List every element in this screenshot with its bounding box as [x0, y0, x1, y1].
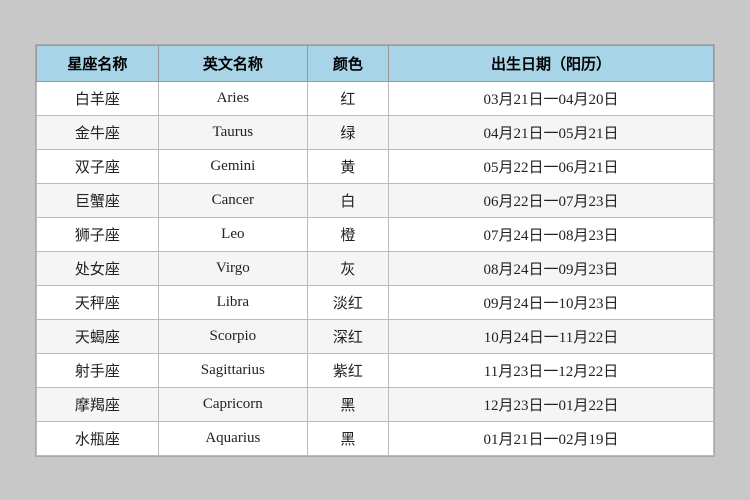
cell-date: 09月24日一10月23日 [389, 285, 714, 319]
cell-date: 05月22日一06月21日 [389, 149, 714, 183]
cell-chinese: 天蝎座 [37, 319, 159, 353]
cell-color: 黄 [307, 149, 388, 183]
cell-chinese: 白羊座 [37, 81, 159, 115]
cell-english: Scorpio [158, 319, 307, 353]
cell-color: 紫红 [307, 353, 388, 387]
cell-date: 04月21日一05月21日 [389, 115, 714, 149]
cell-english: Taurus [158, 115, 307, 149]
cell-color: 橙 [307, 217, 388, 251]
cell-english: Aries [158, 81, 307, 115]
cell-date: 06月22日一07月23日 [389, 183, 714, 217]
table-row: 天秤座Libra淡红09月24日一10月23日 [37, 285, 714, 319]
cell-color: 红 [307, 81, 388, 115]
cell-color: 黑 [307, 421, 388, 455]
table-row: 白羊座Aries红03月21日一04月20日 [37, 81, 714, 115]
cell-chinese: 摩羯座 [37, 387, 159, 421]
cell-chinese: 双子座 [37, 149, 159, 183]
cell-english: Sagittarius [158, 353, 307, 387]
table-row: 天蝎座Scorpio深红10月24日一11月22日 [37, 319, 714, 353]
table-body: 白羊座Aries红03月21日一04月20日金牛座Taurus绿04月21日一0… [37, 81, 714, 455]
cell-english: Gemini [158, 149, 307, 183]
cell-color: 黑 [307, 387, 388, 421]
cell-chinese: 射手座 [37, 353, 159, 387]
cell-date: 07月24日一08月23日 [389, 217, 714, 251]
table-row: 水瓶座Aquarius黑01月21日一02月19日 [37, 421, 714, 455]
header-date: 出生日期（阳历） [389, 45, 714, 81]
cell-color: 深红 [307, 319, 388, 353]
cell-color: 白 [307, 183, 388, 217]
cell-date: 01月21日一02月19日 [389, 421, 714, 455]
header-color: 颜色 [307, 45, 388, 81]
cell-chinese: 金牛座 [37, 115, 159, 149]
cell-english: Capricorn [158, 387, 307, 421]
cell-color: 绿 [307, 115, 388, 149]
cell-chinese: 水瓶座 [37, 421, 159, 455]
cell-chinese: 天秤座 [37, 285, 159, 319]
cell-color: 淡红 [307, 285, 388, 319]
table-row: 金牛座Taurus绿04月21日一05月21日 [37, 115, 714, 149]
cell-english: Aquarius [158, 421, 307, 455]
cell-english: Cancer [158, 183, 307, 217]
cell-chinese: 巨蟹座 [37, 183, 159, 217]
table-row: 狮子座Leo橙07月24日一08月23日 [37, 217, 714, 251]
cell-date: 03月21日一04月20日 [389, 81, 714, 115]
cell-english: Libra [158, 285, 307, 319]
zodiac-table: 星座名称 英文名称 颜色 出生日期（阳历） 白羊座Aries红03月21日一04… [36, 45, 714, 456]
cell-chinese: 狮子座 [37, 217, 159, 251]
header-english: 英文名称 [158, 45, 307, 81]
cell-chinese: 处女座 [37, 251, 159, 285]
table-header-row: 星座名称 英文名称 颜色 出生日期（阳历） [37, 45, 714, 81]
zodiac-table-container: 星座名称 英文名称 颜色 出生日期（阳历） 白羊座Aries红03月21日一04… [35, 44, 715, 457]
table-row: 双子座Gemini黄05月22日一06月21日 [37, 149, 714, 183]
table-row: 巨蟹座Cancer白06月22日一07月23日 [37, 183, 714, 217]
table-row: 射手座Sagittarius紫红11月23日一12月22日 [37, 353, 714, 387]
cell-date: 08月24日一09月23日 [389, 251, 714, 285]
header-chinese: 星座名称 [37, 45, 159, 81]
cell-english: Virgo [158, 251, 307, 285]
cell-date: 11月23日一12月22日 [389, 353, 714, 387]
cell-date: 10月24日一11月22日 [389, 319, 714, 353]
table-row: 摩羯座Capricorn黑12月23日一01月22日 [37, 387, 714, 421]
cell-english: Leo [158, 217, 307, 251]
cell-date: 12月23日一01月22日 [389, 387, 714, 421]
table-row: 处女座Virgo灰08月24日一09月23日 [37, 251, 714, 285]
cell-color: 灰 [307, 251, 388, 285]
